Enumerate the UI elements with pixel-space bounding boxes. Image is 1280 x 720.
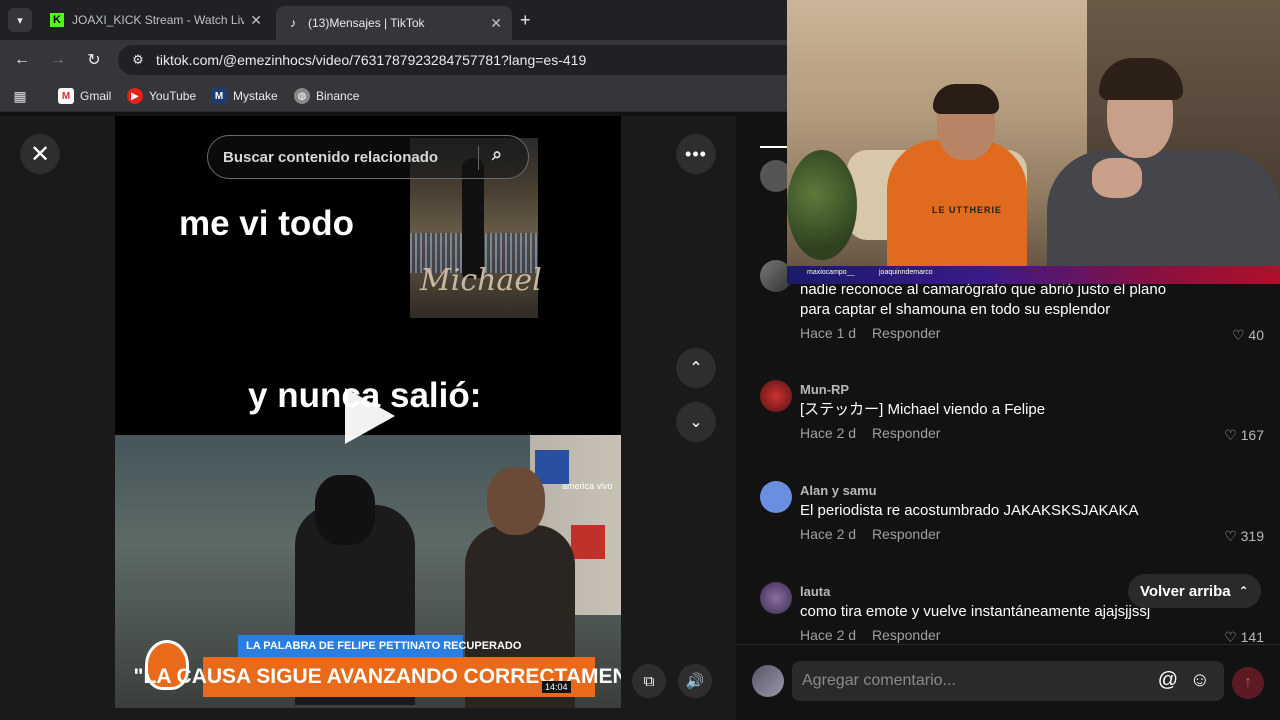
back-to-top-label: Volver arriba <box>1140 582 1231 600</box>
close-tab-icon[interactable]: ✕ <box>490 15 502 32</box>
news-headline: "LA CAUSA SIGUE AVANZANDO CORRECTAMENTE" <box>134 657 621 697</box>
mention-icon[interactable]: @ <box>1158 669 1178 692</box>
like-button[interactable]: ♡ 319 <box>1224 528 1264 545</box>
shirt-print: LE UTTHERIE <box>932 205 1003 215</box>
address-bar[interactable]: ⚙ tiktok.com/@emezinhocs/video/763178792… <box>118 45 798 75</box>
like-count: 319 <box>1240 528 1264 544</box>
comments-tab-indicator <box>760 146 790 148</box>
bookmark-mystake[interactable]: M Mystake <box>211 88 278 104</box>
caption-top: me vi todo <box>179 204 355 243</box>
back-to-top-button[interactable]: Volver arriba ⌃ <box>1128 574 1261 608</box>
news-clip: america vivo LA PALABRA DE FELIPE PETTIN… <box>115 435 621 708</box>
bookmark-youtube[interactable]: ▶ YouTube <box>127 88 196 104</box>
comment-input[interactable]: Agregar comentario... @ ☺ <box>792 661 1224 701</box>
comment-meta: Hace 1 d Responder <box>800 325 952 341</box>
user-avatar[interactable] <box>752 665 784 697</box>
gmail-icon: M <box>58 88 74 104</box>
close-video-button[interactable]: ✕ <box>20 134 60 174</box>
url-text: tiktok.com/@emezinhocs/video/76317879232… <box>156 52 587 68</box>
bookmark-gmail[interactable]: M Gmail <box>58 88 111 104</box>
reply-button[interactable]: Responder <box>872 526 941 542</box>
tab-title: JOAXI_KICK Stream - Watch Live <box>72 13 245 27</box>
tab-search-button[interactable]: ▾ <box>8 8 32 32</box>
bookmark-label: Binance <box>316 89 360 103</box>
streamer-right <box>1047 150 1280 280</box>
bookmark-label: Mystake <box>233 89 278 103</box>
double-chevron-up-icon: ⌃ <box>1238 584 1249 598</box>
more-options-button[interactable]: ••• <box>676 134 716 174</box>
tab-title: (13)Mensajes | TikTok <box>308 16 425 30</box>
news-clock: 14:04 <box>542 681 571 693</box>
avatar[interactable] <box>760 481 792 513</box>
comment-meta: Hace 2 d Responder <box>800 526 952 542</box>
comment-text: nadie reconoce al camarógrafo que abrió … <box>800 281 1167 318</box>
streamer-name-right: joaquinndemarco <box>879 269 933 276</box>
emoji-icon[interactable]: ☺ <box>1190 669 1210 692</box>
comment-composer: Agregar comentario... @ ☺ ↑ <box>736 644 1280 720</box>
like-count: 40 <box>1248 327 1264 343</box>
comment-user[interactable]: Mun-RP <box>800 382 849 397</box>
send-button[interactable]: ↑ <box>1232 667 1264 699</box>
comment-time: Hace 2 d <box>800 526 857 542</box>
poster-title: Michael <box>420 263 542 298</box>
search-icon[interactable]: ⌕ <box>492 144 516 168</box>
related-search-input[interactable]: Buscar contenido relacionado ⌕ <box>207 135 529 179</box>
bookmark-label: Gmail <box>80 89 112 103</box>
previous-video-button[interactable]: ⌃ <box>676 348 716 388</box>
volume-icon[interactable]: 🔊 <box>678 664 712 698</box>
site-settings-icon[interactable]: ⚙ <box>124 52 152 68</box>
plant <box>787 150 857 260</box>
play-icon[interactable] <box>345 388 395 444</box>
webcam-overlay: LE UTTHERIE maxiocampo__ joaquinndemarco <box>787 0 1280 284</box>
channel-logo: america vivo <box>562 481 613 491</box>
comment-time: Hace 2 d <box>800 425 857 441</box>
tab-tiktok[interactable]: ♪ (13)Mensajes | TikTok ✕ <box>276 6 512 40</box>
comment-placeholder: Agregar comentario... <box>802 672 956 689</box>
video-player[interactable]: Michael Buscar contenido relacionado ⌕ m… <box>115 116 621 708</box>
tiktok-favicon-icon: ♪ <box>290 16 296 30</box>
kick-favicon-icon: K <box>50 13 64 27</box>
forward-icon[interactable]: → <box>48 50 68 70</box>
reply-button[interactable]: Responder <box>872 325 941 341</box>
back-icon[interactable]: ← <box>12 50 32 70</box>
reply-button[interactable]: Responder <box>872 627 941 643</box>
comment-time: Hace 1 d <box>800 325 857 341</box>
binance-icon: ◍ <box>294 88 310 104</box>
comment-meta: Hace 2 d Responder <box>800 425 952 441</box>
avatar[interactable] <box>760 582 792 614</box>
name-strip <box>787 266 1280 284</box>
comment-meta: Hace 2 d Responder <box>800 627 952 643</box>
streamer-name-left: maxiocampo__ <box>807 269 855 276</box>
like-count: 167 <box>1240 427 1264 443</box>
like-button[interactable]: ♡ 167 <box>1224 427 1264 444</box>
reply-button[interactable]: Responder <box>872 425 941 441</box>
comment-time: Hace 2 d <box>800 627 857 643</box>
youtube-icon: ▶ <box>127 88 143 104</box>
comment-text: El periodista re acostumbrado JAKAKSKSJA… <box>800 502 1139 519</box>
like-count: 141 <box>1240 629 1264 645</box>
comment-text: [ステッカー] Michael viendo a Felipe <box>800 401 1046 418</box>
news-banner: LA PALABRA DE FELIPE PETTINATO RECUPERAD… <box>238 635 521 657</box>
bookmark-binance[interactable]: ◍ Binance <box>294 88 359 104</box>
mystake-icon: M <box>211 88 227 104</box>
next-video-button[interactable]: ⌄ <box>676 402 716 442</box>
like-button[interactable]: ♡ 40 <box>1232 327 1264 344</box>
avatar[interactable] <box>760 380 792 412</box>
search-placeholder: Buscar contenido relacionado <box>223 148 439 166</box>
comment-user[interactable]: Alan y samu <box>800 483 877 498</box>
apps-icon[interactable]: ▦ <box>12 88 34 104</box>
comment-user[interactable]: lauta <box>800 584 830 599</box>
reload-icon[interactable]: ↻ <box>84 50 104 70</box>
tab-kick[interactable]: K JOAXI_KICK Stream - Watch Live ✕ <box>40 6 272 34</box>
close-tab-icon[interactable]: ✕ <box>250 12 262 29</box>
pip-icon[interactable]: ⧉ <box>632 664 666 698</box>
bookmark-label: YouTube <box>149 89 197 103</box>
new-tab-button[interactable]: + <box>520 10 531 31</box>
